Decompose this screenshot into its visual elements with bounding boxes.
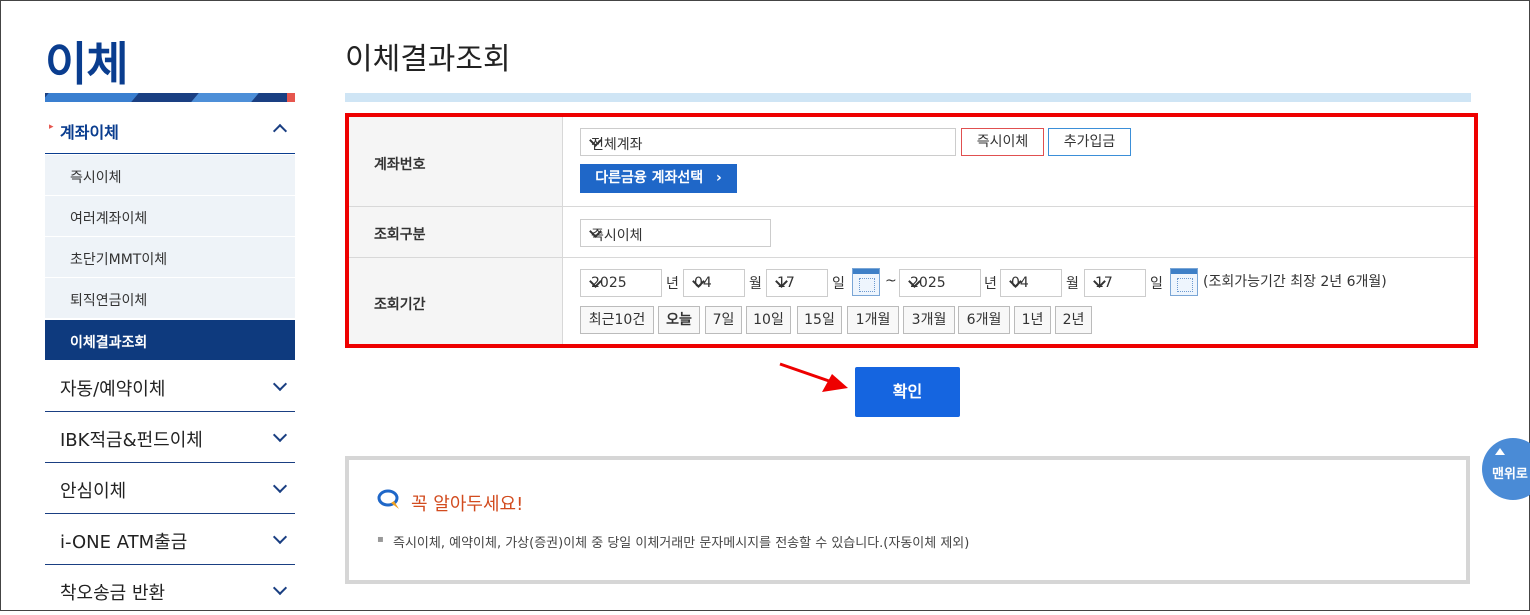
period-note: (조회가능기간 최장 2년 6개월) [1203,274,1387,290]
notice-box: 꼭 알아두세요! ▪ 즉시이체, 예약이체, 가상(증권)이체 중 당일 이체거… [345,456,1470,584]
account-label: 계좌번호 [374,157,426,173]
period-row: 조회기간 2025 년 04 월 17 일 ~ 2025 년 04 월 17 일… [349,258,1474,344]
chevron-down-icon [272,478,288,494]
quick-7d-button[interactable]: 7일 [705,306,742,334]
query-type-label: 조회구분 [374,227,426,243]
scroll-top-label: 맨위로 [1492,467,1528,482]
quick-recent10-button[interactable]: 최근10건 [580,306,654,334]
sidebar-item-label: 이체결과조회 [70,335,148,351]
quick-15d-button[interactable]: 15일 [797,306,842,334]
instant-transfer-button[interactable]: 즉시이체 [961,128,1044,156]
chevron-down-icon [272,376,288,392]
to-year-select[interactable]: 2025 [899,269,981,297]
notice-title: 꼭 알아두세요! [411,494,524,515]
sidebar-item-auto-transfer[interactable]: 자동/예약이체 [45,361,295,412]
quick-1m-button[interactable]: 1개월 [847,306,899,334]
notice-bullet: ▪ [377,534,384,545]
to-year-unit: 년 [984,276,997,292]
sidebar-item-instant-transfer[interactable]: 즉시이체 [45,155,295,196]
period-separator: ~ [885,273,897,289]
to-day-unit: 일 [1150,276,1163,292]
to-month-unit: 월 [1066,276,1079,292]
title-divider [345,93,1471,102]
sidebar-item-atm-withdrawal[interactable]: i-ONE ATM출금 [45,514,295,565]
sidebar-item-label: 즉시이체 [70,170,122,186]
period-label-cell: 조회기간 [349,258,563,344]
to-day-select[interactable]: 17 [1084,269,1146,297]
active-marker-icon: ▸ [49,122,54,132]
from-month-select[interactable]: 04 [683,269,745,297]
from-calendar-icon[interactable] [852,268,880,296]
from-year-select[interactable]: 2025 [580,269,662,297]
add-deposit-button[interactable]: 추가입금 [1048,128,1131,156]
sidebar-item-label: 안심이체 [60,481,127,502]
other-finance-button-label: 다른금융 계좌선택 [595,170,704,186]
sidebar-item-label: 퇴직연금이체 [70,293,148,309]
account-select[interactable]: 전체계좌 [580,128,956,156]
sidebar-item-label: IBK적금&펀드이체 [60,430,203,451]
chevron-up-icon [272,123,288,139]
query-type-row: 조회구분 즉시이체 [349,207,1474,258]
confirm-button[interactable]: 확인 [855,367,960,417]
quick-6m-button[interactable]: 6개월 [958,306,1010,334]
quick-today-button[interactable]: 오늘 [658,306,700,334]
other-finance-account-button[interactable]: 다른금융 계좌선택 › [580,164,737,193]
query-type-select[interactable]: 즉시이체 [580,219,771,247]
from-month-unit: 월 [749,276,762,292]
sidebar-item-safe-transfer[interactable]: 안심이체 [45,463,295,514]
sidebar-item-transfer-result[interactable]: 이체결과조회 [45,320,295,361]
chevron-right-icon: › [716,170,722,186]
from-year-unit: 년 [666,276,679,292]
account-label-cell: 계좌번호 [349,117,563,206]
account-row: 계좌번호 전체계좌 즉시이체 추가입금 다른금융 계좌선택 › [349,117,1474,207]
sidebar-item-multi-account-transfer[interactable]: 여러계좌이체 [45,196,295,237]
quick-1y-button[interactable]: 1년 [1014,306,1051,334]
to-calendar-icon[interactable] [1170,268,1198,296]
to-month-select[interactable]: 04 [1000,269,1062,297]
chevron-down-icon [272,580,288,596]
sidebar-item-label: 착오송금 반환 [60,583,166,604]
from-day-unit: 일 [832,276,845,292]
pointer-arrow-icon [779,362,848,392]
speech-bubble-icon [377,489,399,509]
period-label: 조회기간 [374,297,426,313]
query-type-label-cell: 조회구분 [349,207,563,257]
sidebar-section-label: 계좌이체 [60,123,119,142]
sidebar-item-mistaken-remittance[interactable]: 착오송금 반환 [45,565,295,615]
quick-3m-button[interactable]: 3개월 [903,306,955,334]
sidebar-section-transfer[interactable]: ▸ 계좌이체 [45,104,295,154]
sidebar-title-decoration [45,93,295,102]
sidebar-item-label: 초단기MMT이체 [70,252,168,268]
arrow-up-icon [1495,448,1505,455]
sidebar-title: 이체 [45,37,129,91]
sidebar-item-ibk-savings-fund[interactable]: IBK적금&펀드이체 [45,412,295,463]
sidebar-item-mmt-transfer[interactable]: 초단기MMT이체 [45,237,295,278]
chevron-down-icon [272,427,288,443]
page-title: 이체결과조회 [345,42,511,77]
sidebar-item-label: i-ONE ATM출금 [60,532,188,553]
quick-10d-button[interactable]: 10일 [746,306,791,334]
chevron-down-icon [272,529,288,545]
sidebar-item-pension-transfer[interactable]: 퇴직연금이체 [45,278,295,319]
query-form: 계좌번호 전체계좌 즉시이체 추가입금 다른금융 계좌선택 › 조회구분 즉시이… [345,113,1478,348]
sidebar-item-label: 여러계좌이체 [70,211,148,227]
quick-2y-button[interactable]: 2년 [1055,306,1092,334]
notice-message: 즉시이체, 예약이체, 가상(증권)이체 중 당일 이체거래만 문자메시지를 전… [393,536,970,551]
sidebar-item-label: 자동/예약이체 [60,379,166,400]
from-day-select[interactable]: 17 [766,269,828,297]
